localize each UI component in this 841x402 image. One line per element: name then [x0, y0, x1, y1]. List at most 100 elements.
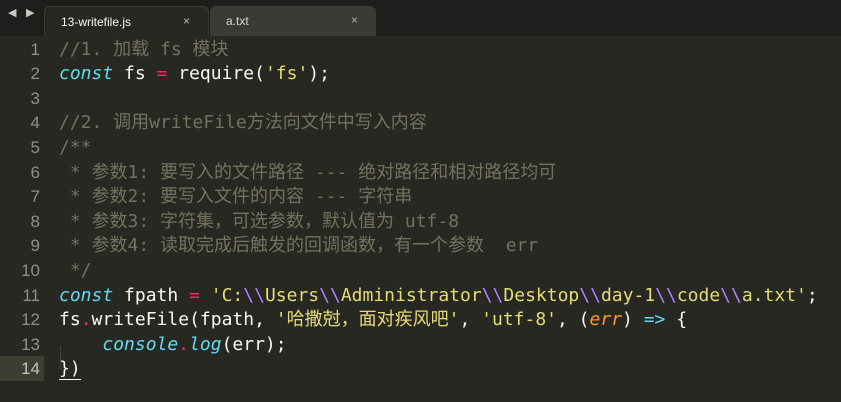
code-token: =: [189, 284, 200, 306]
code-line[interactable]: 7 * 参数2: 要写入文件的内容 --- 字符串: [0, 184, 841, 209]
line-number: 6: [30, 162, 40, 182]
tab-a-txt[interactable]: a.txt ×: [210, 6, 376, 36]
code-token: day-1: [600, 284, 656, 306]
code-token: =: [156, 63, 168, 85]
line-number: 3: [30, 88, 40, 108]
code-token: a.txt': [741, 284, 807, 306]
code-line[interactable]: 13 console.log(err);: [0, 332, 841, 357]
line-number: 5: [30, 137, 40, 157]
code-text: console.log(err);: [59, 332, 287, 357]
code-text: const fpath = 'C:\\Users\\Administrator\…: [59, 283, 818, 308]
code-line[interactable]: 6 * 参数1: 要写入的文件路径 --- 绝对路径和相对路径均可: [0, 160, 841, 185]
code-token: * 参数1: 要写入的文件路径 --- 绝对路径和相对路径均可: [59, 161, 557, 183]
code-line[interactable]: 9 * 参数4: 读取完成后触发的回调函数，有一个参数 err: [0, 233, 841, 258]
tab-bar: ◀ ▶ 13-writefile.js × a.txt ×: [0, 0, 841, 36]
code-token: const: [59, 63, 114, 85]
code-token: //2. 调用writeFile方法向文件中写入内容: [59, 112, 427, 134]
code-line[interactable]: 5 /**: [0, 135, 841, 160]
code-token: * 参数2: 要写入文件的内容 --- 字符串: [59, 186, 413, 208]
code-token: =>: [643, 309, 666, 331]
code-line[interactable]: 3: [0, 86, 841, 111]
code-token: fs: [59, 309, 81, 331]
line-number: 9: [30, 236, 40, 256]
line-number: 13: [21, 334, 40, 354]
code-token: \\: [655, 284, 677, 306]
code-token: fpath: [113, 284, 190, 306]
line-number: 14: [0, 356, 40, 382]
code-text: * 参数1: 要写入的文件路径 --- 绝对路径和相对路径均可: [59, 160, 556, 185]
code-token: ): [622, 309, 644, 331]
code-token: */: [59, 259, 92, 281]
code-line[interactable]: 1 //1. 加载 fs 模块: [0, 37, 841, 62]
code-token: Administrator: [340, 284, 482, 306]
code-text: */: [59, 258, 92, 283]
code-text: * 参数3: 字符集，可选参数，默认值为 utf-8: [59, 209, 459, 234]
code-token: * 参数3: 字符集，可选参数，默认值为 utf-8: [59, 210, 460, 232]
code-line[interactable]: 12 fs.writeFile(fpath, '哈撒尅，面对疾风吧', 'utf-…: [0, 307, 841, 332]
code-token: .: [178, 333, 190, 355]
code-token: \\: [319, 284, 341, 306]
code-token: err: [589, 309, 623, 331]
code-token: }): [59, 358, 81, 381]
code-text: /**: [59, 135, 92, 160]
line-number: 7: [30, 187, 40, 207]
code-line[interactable]: 4 //2. 调用writeFile方法向文件中写入内容: [0, 110, 841, 135]
code-token: \\: [720, 284, 742, 306]
code-token: \\: [481, 284, 504, 306]
line-number: 2: [30, 64, 40, 84]
code-token: , (: [557, 309, 590, 331]
code-line[interactable]: 14}): [0, 356, 841, 382]
code-token: //1. 加载 fs 模块: [59, 38, 229, 60]
code-token: 'fs': [264, 63, 309, 85]
line-number: 12: [21, 310, 40, 330]
code-token: '哈撒尅，面对疾风吧': [275, 309, 460, 331]
code-token: ;: [806, 284, 818, 306]
tab-nav-arrows-icon[interactable]: ◀ ▶: [8, 6, 37, 19]
code-editor[interactable]: 1 //1. 加载 fs 模块 2 const fs = require('fs');…: [0, 36, 841, 402]
code-token: {: [665, 309, 688, 331]
code-token: \\: [579, 284, 601, 306]
code-line[interactable]: 8 * 参数3: 字符集，可选参数，默认值为 utf-8: [0, 209, 841, 234]
code-text: fs.writeFile(fpath, '哈撒尅，面对疾风吧', 'utf-8'…: [59, 307, 687, 332]
code-token: .: [80, 309, 92, 331]
code-token: ,: [459, 309, 482, 331]
tab-label: 13-writefile.js: [61, 15, 132, 29]
indent-guide: [60, 347, 62, 369]
code-token: 'utf-8': [481, 309, 557, 331]
code-token: * 参数4: 读取完成后触发的回调函数，有一个参数 err: [59, 235, 539, 257]
code-token: require(: [167, 63, 265, 85]
tab-label: a.txt: [226, 14, 249, 28]
code-token: code: [676, 284, 721, 306]
line-number: 10: [21, 260, 40, 280]
code-token: );: [308, 63, 330, 85]
line-number: 11: [22, 285, 40, 305]
code-text: //2. 调用writeFile方法向文件中写入内容: [59, 110, 427, 135]
code-token: /**: [59, 136, 92, 158]
code-text: }): [59, 356, 81, 381]
code-line[interactable]: 11 const fpath = 'C:\\Users\\Administrato…: [0, 283, 841, 308]
code-text: * 参数4: 读取完成后触发的回调函数，有一个参数 err: [59, 233, 538, 258]
code-token: Desktop: [503, 284, 580, 306]
tab-13-writefile-js[interactable]: 13-writefile.js ×: [44, 6, 209, 36]
line-number: 4: [30, 113, 40, 133]
code-token: log: [189, 333, 222, 355]
code-text: const fs = require('fs');: [59, 61, 330, 86]
code-token: fs: [113, 63, 157, 85]
code-token: Users: [264, 284, 320, 306]
code-line[interactable]: 2 const fs = require('fs');: [0, 61, 841, 86]
close-icon[interactable]: ×: [351, 13, 358, 27]
code-line[interactable]: 10 */: [0, 258, 841, 283]
code-token: 'C:: [210, 284, 244, 306]
code-token: (err);: [221, 333, 287, 355]
code-text: //1. 加载 fs 模块: [59, 37, 229, 62]
line-number: 8: [30, 211, 40, 231]
close-icon[interactable]: ×: [183, 14, 190, 28]
line-number: 1: [30, 39, 40, 59]
code-token: console: [102, 333, 179, 355]
code-token: \\: [243, 284, 265, 306]
code-token: const: [59, 284, 114, 306]
code-token: writeFile(fpath,: [91, 309, 276, 331]
code-text: * 参数2: 要写入文件的内容 --- 字符串: [59, 184, 412, 209]
